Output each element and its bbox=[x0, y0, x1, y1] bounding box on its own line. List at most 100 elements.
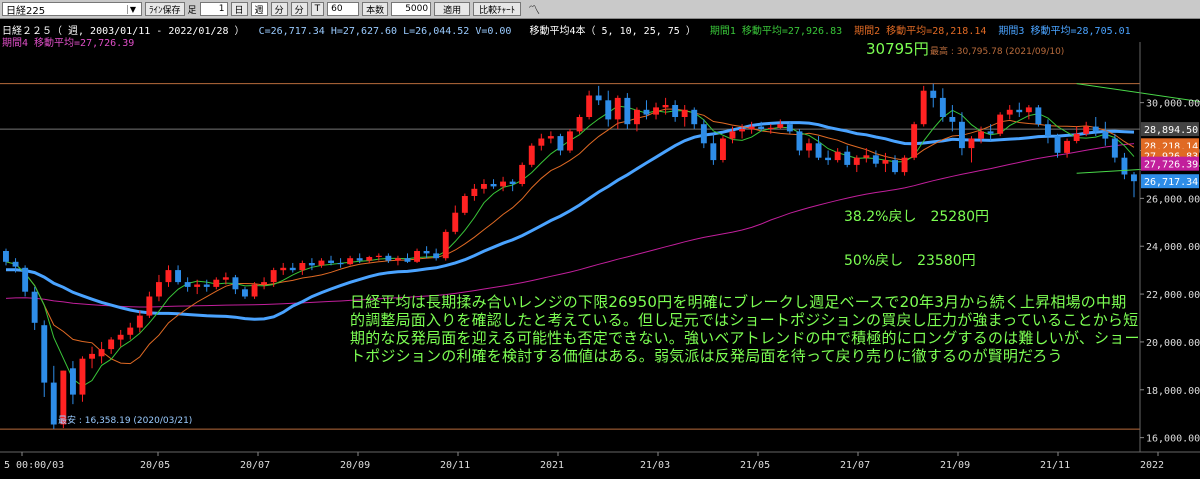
candle-body bbox=[366, 257, 373, 261]
candle-body bbox=[624, 97, 631, 125]
candle-body bbox=[634, 109, 640, 125]
y-tick-label: 16,000.00 bbox=[1146, 434, 1200, 445]
y-tick-label: 18,000.00 bbox=[1146, 386, 1200, 397]
candle-body bbox=[662, 105, 669, 108]
candle-body bbox=[50, 382, 57, 425]
candle-body bbox=[22, 267, 29, 292]
y-axis: 30,000.0028,000.0026,000.0024,000.0022,0… bbox=[1139, 42, 1200, 452]
candle-body bbox=[930, 90, 937, 98]
candle-body bbox=[1016, 109, 1023, 113]
candle-body bbox=[337, 263, 344, 265]
candle-body bbox=[481, 184, 487, 189]
candle-body bbox=[672, 105, 679, 117]
candle-body bbox=[987, 131, 994, 134]
candle-body bbox=[653, 107, 659, 115]
candle-body bbox=[853, 157, 860, 165]
candle-body bbox=[423, 251, 430, 254]
candle-body bbox=[165, 270, 172, 283]
y-tick-label: 30,000.00 bbox=[1146, 99, 1200, 110]
candle-body bbox=[939, 97, 946, 117]
candle-body bbox=[825, 157, 831, 161]
candle-body bbox=[289, 267, 296, 271]
candle-body bbox=[586, 95, 593, 117]
candle-body bbox=[270, 270, 277, 283]
candle-body bbox=[308, 263, 315, 266]
candle-body bbox=[739, 129, 745, 132]
candle-body bbox=[547, 136, 554, 139]
candle-body bbox=[748, 126, 755, 129]
candle-body bbox=[777, 124, 784, 128]
x-tick-label: 21/11 bbox=[1040, 460, 1070, 471]
low-price-note: 最安 : 16,358.19 (2020/03/21) bbox=[58, 416, 193, 426]
candle-body bbox=[815, 143, 822, 158]
candle-body bbox=[433, 253, 440, 259]
candle-body bbox=[232, 277, 239, 290]
candle-body bbox=[251, 284, 258, 297]
candle-body bbox=[528, 145, 535, 165]
x-tick-label: 21/03 bbox=[640, 460, 670, 471]
candle-body bbox=[920, 90, 927, 125]
candle-body bbox=[863, 155, 870, 158]
candle-body bbox=[318, 260, 325, 266]
candle-body bbox=[806, 143, 812, 151]
candle-body bbox=[1064, 140, 1070, 153]
candle-body bbox=[720, 138, 726, 160]
candle-body bbox=[461, 196, 468, 213]
candle-body bbox=[681, 109, 688, 117]
candle-body bbox=[892, 160, 898, 173]
candle-body bbox=[1054, 136, 1061, 153]
candle-body bbox=[356, 258, 363, 261]
candle-body bbox=[3, 251, 9, 262]
candle-body bbox=[31, 291, 38, 323]
candle-body bbox=[567, 131, 573, 151]
candle-body bbox=[1035, 107, 1042, 125]
candle-body bbox=[261, 282, 267, 285]
candle-body bbox=[136, 315, 143, 328]
price-tag-label: 28,894.50 bbox=[1144, 125, 1198, 136]
candle-body bbox=[395, 258, 401, 261]
candle-body bbox=[595, 95, 602, 101]
candle-body bbox=[1083, 126, 1090, 134]
candle-body bbox=[691, 109, 698, 125]
candle-body bbox=[404, 258, 411, 262]
candle-body bbox=[872, 155, 879, 164]
candle-body bbox=[949, 117, 956, 122]
candle-body bbox=[844, 151, 851, 165]
candle-body bbox=[328, 260, 334, 263]
candle-body bbox=[643, 109, 650, 115]
candle-body bbox=[299, 263, 306, 271]
candle-body bbox=[710, 143, 717, 161]
candle-body bbox=[911, 124, 918, 158]
candle-body bbox=[997, 114, 1004, 134]
x-tick-label: 20/09 bbox=[340, 460, 370, 471]
candle-body bbox=[767, 127, 774, 129]
candle-body bbox=[203, 284, 210, 287]
candle-body bbox=[146, 296, 153, 316]
candle-body bbox=[700, 124, 707, 144]
candle-body bbox=[758, 126, 765, 129]
candle-body bbox=[194, 284, 201, 287]
candle-body bbox=[978, 131, 984, 139]
candle-body bbox=[98, 349, 105, 357]
y-tick-label: 26,000.00 bbox=[1146, 194, 1200, 205]
x-tick-label: 2021 bbox=[540, 460, 564, 471]
x-tick-label: 21/07 bbox=[840, 460, 870, 471]
candle-body bbox=[786, 124, 793, 132]
high-price-label: 30795円 bbox=[866, 40, 929, 58]
candle-body bbox=[490, 184, 497, 187]
candle-body bbox=[213, 279, 220, 287]
candle-body bbox=[729, 131, 736, 139]
candle-body bbox=[41, 325, 48, 383]
y-tick-label: 20,000.00 bbox=[1146, 338, 1200, 349]
y-tick-label: 22,000.00 bbox=[1146, 290, 1200, 301]
candle-body bbox=[471, 188, 478, 196]
candle-body bbox=[1025, 107, 1032, 113]
x-tick-label: 2022 bbox=[1140, 460, 1164, 471]
candle-body bbox=[500, 181, 506, 187]
candle-body bbox=[280, 267, 287, 271]
candle-body bbox=[70, 368, 76, 395]
candle-body bbox=[509, 181, 516, 184]
candle-body bbox=[1073, 133, 1080, 141]
y-tick-label: 24,000.00 bbox=[1146, 242, 1200, 253]
candle-body bbox=[414, 251, 420, 262]
